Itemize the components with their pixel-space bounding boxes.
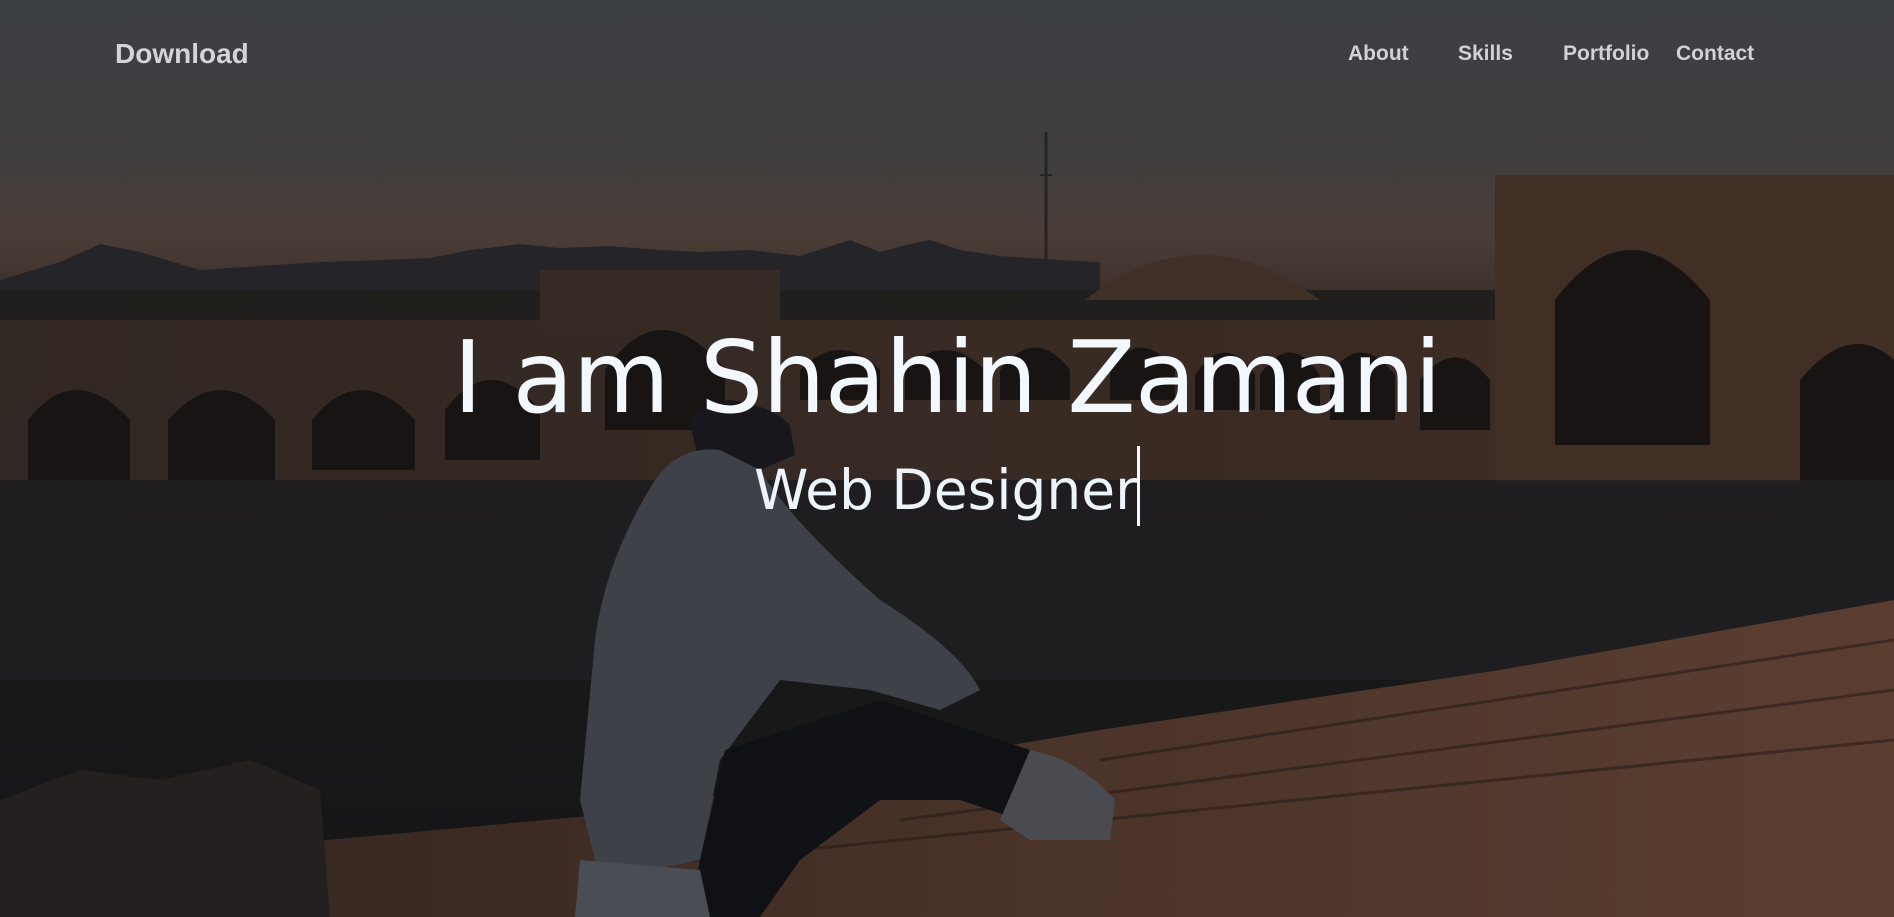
main-nav: About Skills Portfolio Contact (0, 42, 1894, 72)
hero-section: Download About Skills Portfolio Contact … (0, 0, 1894, 917)
nav-item-contact[interactable]: Contact (1676, 42, 1754, 66)
nav-item-portfolio[interactable]: Portfolio (1563, 42, 1649, 66)
typing-caret (1137, 446, 1140, 526)
nav-item-skills[interactable]: Skills (1458, 42, 1513, 66)
nav-item-about[interactable]: About (1348, 42, 1409, 66)
hero-title: I am Shahin Zamani (453, 319, 1442, 436)
hero-subtitle: Web Designer (754, 458, 1138, 522)
top-navbar: Download About Skills Portfolio Contact (0, 0, 1894, 110)
